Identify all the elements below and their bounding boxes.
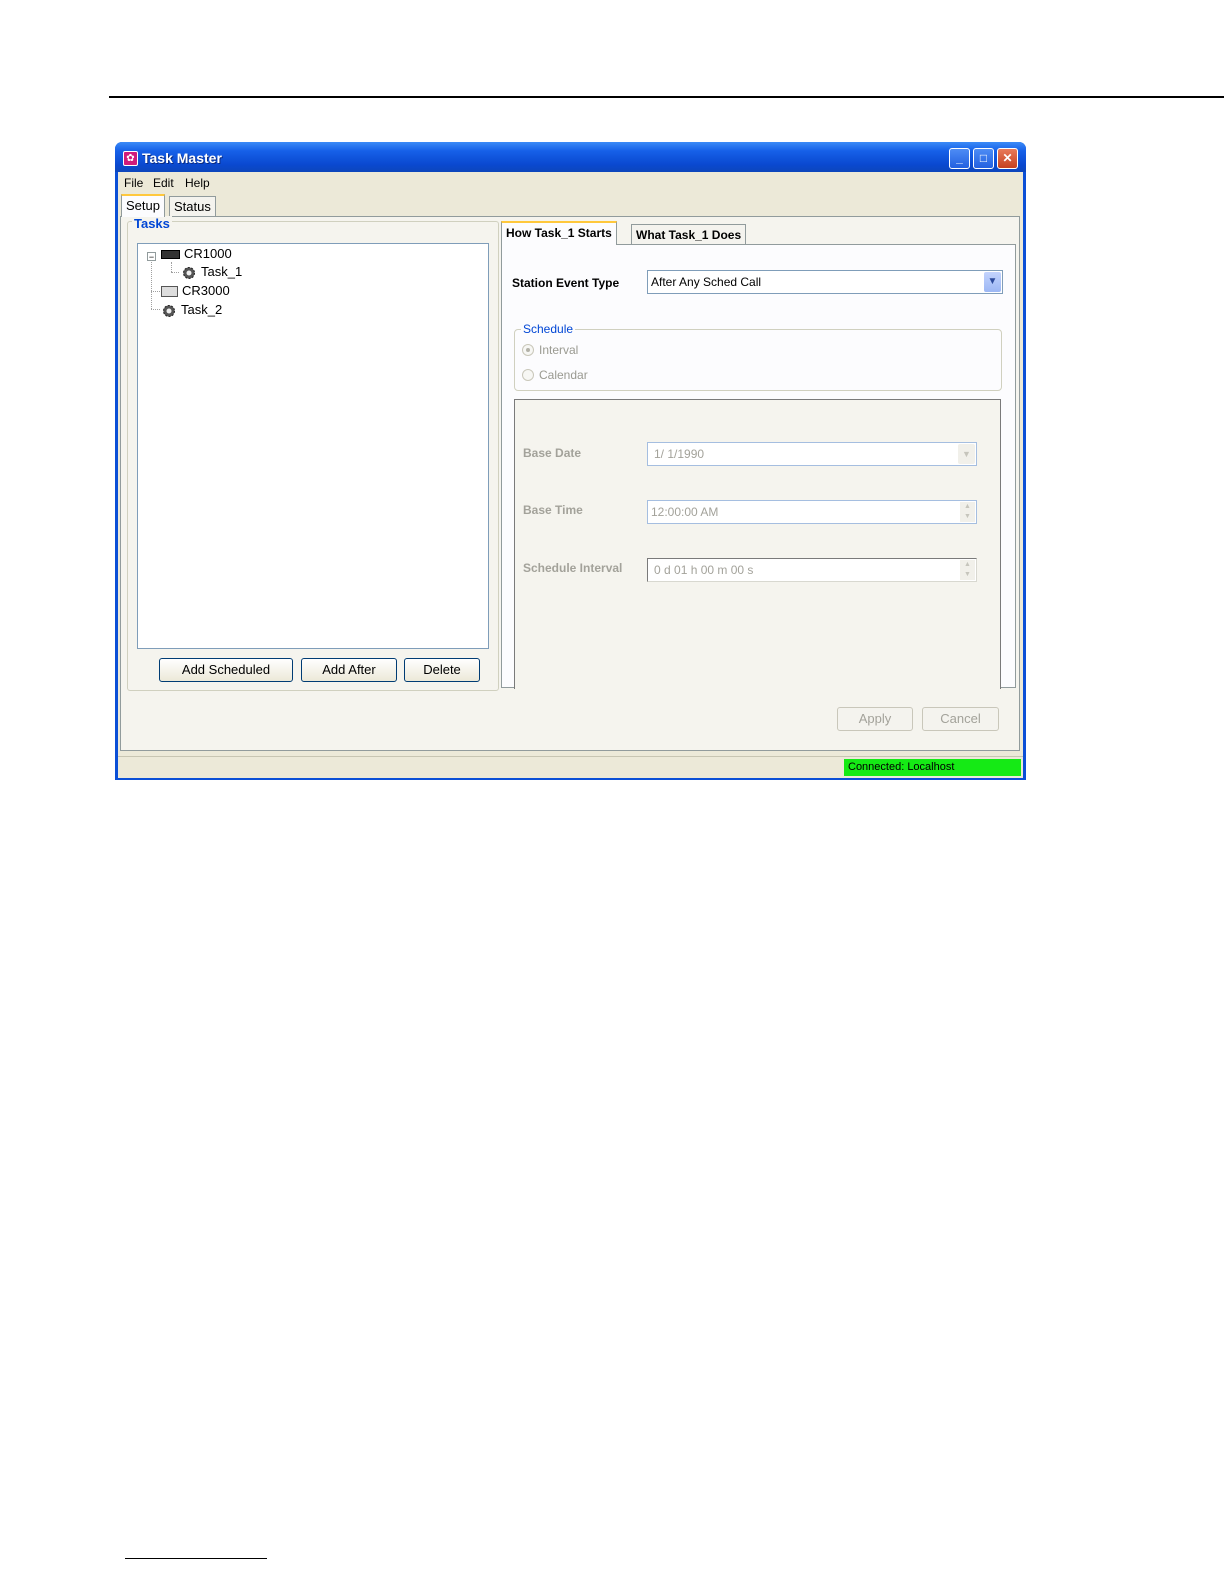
datalogger-icon	[161, 286, 178, 298]
tree-node-cr3000[interactable]: CR3000	[161, 283, 230, 298]
tab-what-task-does[interactable]: What Task_1 Does	[631, 224, 747, 245]
apply-button[interactable]: Apply	[837, 707, 913, 731]
footnote-rule	[125, 1558, 267, 1559]
chevron-down-icon[interactable]: ▼	[984, 272, 1001, 292]
menu-bar: File Edit Help	[118, 172, 1023, 192]
base-date-label: Base Date	[523, 446, 582, 460]
station-event-label: Station Event Type	[512, 276, 620, 290]
tree-node-cr1000[interactable]: CR1000	[161, 246, 232, 261]
task-detail-area: How Task_1 Starts What Task_1 Does Stati…	[501, 221, 1018, 691]
chevron-down-icon[interactable]: ▼	[958, 444, 975, 464]
window-client: File Edit Help Setup Status Tasks − CR10…	[118, 172, 1023, 778]
station-event-value: After Any Sched Call	[651, 275, 762, 289]
tree-connector	[151, 309, 160, 310]
tree-node-task-2[interactable]: Task_2	[161, 302, 222, 319]
interval-radio[interactable]	[522, 344, 534, 356]
task-master-window: ✿ Task Master _ □ ✕ File Edit Help Setup…	[115, 142, 1026, 780]
how-task-starts-panel: Station Event Type After Any Sched Call …	[501, 244, 1016, 689]
tab-status[interactable]: Status	[169, 196, 216, 216]
schedule-interval-value: 0 d 01 h 00 m 00 s	[654, 563, 754, 577]
tab-setup[interactable]: Setup	[121, 194, 165, 217]
cancel-button[interactable]: Cancel	[922, 707, 999, 731]
main-tab-strip: Setup Status	[118, 194, 1023, 217]
task-tree[interactable]: − CR1000 Task_1 CR3000 Task_2	[137, 243, 489, 649]
tree-node-task-1[interactable]: Task_1	[181, 264, 242, 281]
window-title: Task Master	[142, 150, 222, 166]
tree-connector	[171, 262, 172, 272]
interval-radio-label: Interval	[539, 343, 579, 357]
tree-node-label: Task_1	[201, 264, 243, 279]
status-bar: Connected: Localhost	[118, 756, 1023, 778]
spin-down-icon[interactable]: ▼	[960, 512, 975, 522]
tree-connector	[171, 272, 179, 273]
delete-button[interactable]: Delete	[404, 658, 480, 682]
base-time-value: 12:00:00 AM	[651, 505, 719, 519]
gear-icon	[163, 304, 175, 317]
app-icon: ✿	[123, 151, 138, 166]
station-event-dropdown[interactable]: After Any Sched Call ▼	[647, 270, 1003, 294]
page-top-rule	[109, 96, 1224, 98]
interval-settings-panel: Base Date 1/ 1/1990 ▼ Base Time 12:00:00…	[514, 399, 1001, 689]
maximize-button[interactable]: □	[973, 148, 994, 169]
add-scheduled-button[interactable]: Add Scheduled	[159, 658, 293, 682]
tasks-group: Tasks − CR1000 Task_1 CR3000 Task_2 Add …	[127, 216, 499, 691]
schedule-interval-label: Schedule Interval	[523, 561, 623, 575]
tree-node-label: Task_2	[181, 302, 223, 317]
title-bar[interactable]: ✿ Task Master _ □ ✕	[115, 142, 1026, 172]
tree-connector	[151, 291, 160, 292]
menu-help[interactable]: Help	[185, 176, 210, 190]
base-time-field[interactable]: 12:00:00 AM ▲ ▼	[647, 500, 977, 524]
connection-status: Connected: Localhost	[844, 759, 1021, 776]
menu-file[interactable]: File	[124, 176, 143, 190]
setup-panel: Tasks − CR1000 Task_1 CR3000 Task_2 Add …	[120, 216, 1020, 751]
tree-connector	[151, 262, 152, 309]
spin-up-icon[interactable]: ▲	[960, 560, 975, 570]
tree-node-label: CR1000	[184, 246, 232, 261]
add-after-button[interactable]: Add After	[301, 658, 397, 682]
base-date-value: 1/ 1/1990	[654, 447, 705, 461]
collapse-icon[interactable]: −	[147, 252, 156, 262]
schedule-group: Schedule Interval Calendar	[514, 322, 1002, 391]
base-date-picker[interactable]: 1/ 1/1990 ▼	[647, 442, 977, 466]
menu-edit[interactable]: Edit	[153, 176, 174, 190]
datalogger-icon	[161, 250, 180, 260]
tasks-legend: Tasks	[132, 216, 172, 231]
schedule-interval-field[interactable]: 0 d 01 h 00 m 00 s ▲ ▼	[647, 558, 977, 582]
minimize-button[interactable]: _	[949, 148, 970, 169]
schedule-legend: Schedule	[521, 322, 576, 336]
gear-icon	[183, 266, 195, 279]
tree-node-label: CR3000	[182, 283, 230, 298]
spin-down-icon[interactable]: ▼	[960, 570, 975, 580]
spin-up-icon[interactable]: ▲	[960, 502, 975, 512]
calendar-radio[interactable]	[522, 369, 534, 381]
calendar-radio-label: Calendar	[539, 368, 588, 382]
tab-how-task-starts[interactable]: How Task_1 Starts	[501, 221, 617, 245]
close-button[interactable]: ✕	[997, 148, 1018, 169]
base-time-label: Base Time	[523, 503, 583, 517]
